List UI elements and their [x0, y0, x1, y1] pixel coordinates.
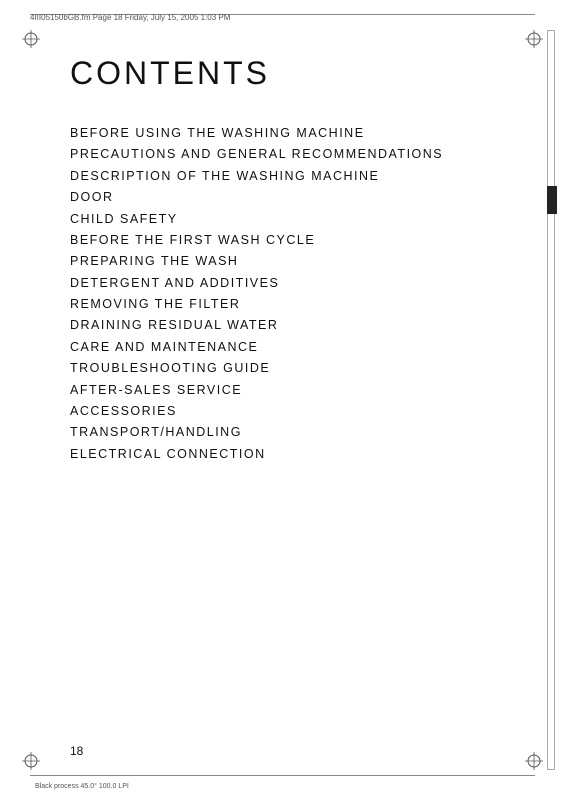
toc-item: BEFORE USING THE WASHING MACHINE — [70, 124, 510, 143]
file-info: 4III05150bGB.fm Page 18 Friday, July 15,… — [30, 13, 230, 22]
toc-item: PREPARING THE WASH — [70, 252, 510, 271]
toc-item: TRANSPORT/HANDLING — [70, 423, 510, 442]
page-number: 18 — [70, 744, 83, 758]
toc-item: CHILD SAFETY — [70, 210, 510, 229]
toc-list: BEFORE USING THE WASHING MACHINE PRECAUTI… — [70, 124, 510, 464]
toc-item: DESCRIPTION OF THE WASHING MACHINE — [70, 167, 510, 186]
toc-item: DRAINING RESIDUAL WATER — [70, 316, 510, 335]
top-bar: 4III05150bGB.fm Page 18 Friday, July 15,… — [30, 8, 535, 26]
corner-mark-bl — [22, 752, 40, 770]
main-content: CONTENTS BEFORE USING THE WASHING MACHIN… — [70, 55, 510, 466]
toc-item: DETERGENT AND ADDITIVES — [70, 274, 510, 293]
toc-item: REMOVING THE FILTER — [70, 295, 510, 314]
right-sidebar-bar — [547, 30, 555, 770]
right-bar-marker — [547, 186, 557, 214]
page: 4III05150bGB.fm Page 18 Friday, July 15,… — [0, 0, 565, 800]
footer-text: Black process 45.0° 100.0 LPI — [35, 783, 129, 790]
toc-item: TROUBLESHOOTING GUIDE — [70, 359, 510, 378]
toc-item: AFTER-SALES SERVICE — [70, 381, 510, 400]
toc-item: PRECAUTIONS AND GENERAL RECOMMENDATIONS — [70, 145, 510, 164]
corner-mark-tl — [22, 30, 40, 48]
page-title: CONTENTS — [70, 55, 510, 92]
toc-item: CARE AND MAINTENANCE — [70, 338, 510, 357]
corner-mark-br — [525, 752, 543, 770]
toc-item: ACCESSORIES — [70, 402, 510, 421]
toc-item: ELECTRICAL CONNECTION — [70, 445, 510, 464]
corner-mark-tr — [525, 30, 543, 48]
bottom-rule — [30, 775, 535, 776]
toc-item: DOOR — [70, 188, 510, 207]
toc-item: BEFORE THE FIRST WASH CYCLE — [70, 231, 510, 250]
